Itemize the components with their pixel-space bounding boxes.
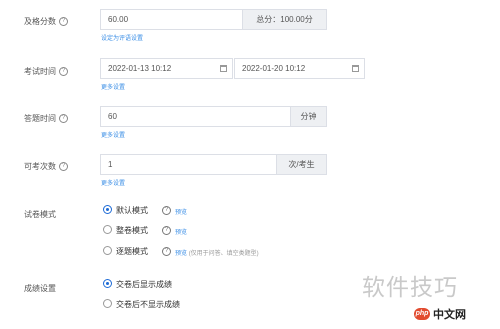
answer-time-input[interactable]: 60 [100, 106, 291, 127]
help-icon[interactable]: ? [59, 162, 68, 172]
exam-end-input[interactable]: 2022-01-20 10:12 [234, 58, 365, 79]
per-question-mode-preview: 预览 (仅用于问答、填空类题型) [175, 248, 259, 257]
attempts-unit-addon: 次/考生 [276, 154, 327, 175]
show-score-radio[interactable] [103, 279, 112, 288]
per-question-mode-label[interactable]: 逐题模式 [116, 246, 148, 257]
exam-time-more-link[interactable]: 更多设置 [101, 82, 125, 91]
default-mode-radio[interactable] [103, 205, 112, 214]
per-question-mode-radio[interactable] [103, 246, 112, 255]
attempts-label: 可考次数? [24, 161, 68, 172]
paper-mode-label: 试卷模式 [24, 210, 56, 219]
calendar-icon[interactable] [352, 65, 359, 72]
per-question-note: (仅用于问答、填空类题型) [188, 251, 259, 257]
minutes-addon: 分钟 [290, 106, 327, 127]
brand-badge: php [414, 308, 430, 320]
per-question-preview-link[interactable]: 预览 [175, 251, 187, 257]
pass-score-label: 及格分数? [24, 16, 68, 27]
total-score-addon: 总分：100.00分 [242, 9, 327, 30]
full-paper-mode-label[interactable]: 整卷模式 [116, 225, 148, 236]
full-paper-mode-preview-link[interactable]: 预览 [175, 227, 187, 236]
hide-score-label[interactable]: 交卷后不显示成绩 [116, 299, 180, 310]
help-icon[interactable]: ? [59, 114, 68, 124]
answer-time-label: 答题时间? [24, 113, 68, 124]
help-icon[interactable]: ? [162, 206, 171, 215]
brand-logo: php 中文网 [414, 306, 466, 322]
attempts-more-link[interactable]: 更多设置 [101, 178, 125, 187]
help-icon[interactable]: ? [59, 67, 68, 77]
help-icon[interactable]: ? [162, 226, 171, 235]
default-mode-label[interactable]: 默认模式 [116, 205, 148, 216]
answer-time-more-link[interactable]: 更多设置 [101, 130, 125, 139]
exam-time-label: 考试时间? [24, 66, 68, 77]
show-score-label[interactable]: 交卷后显示成绩 [116, 279, 172, 290]
watermark-text: 软件技巧 [362, 274, 458, 300]
hide-score-radio[interactable] [103, 299, 112, 308]
default-mode-preview-link[interactable]: 预览 [175, 207, 187, 216]
calendar-icon[interactable] [220, 65, 227, 72]
help-icon[interactable]: ? [59, 17, 68, 27]
full-paper-mode-radio[interactable] [103, 225, 112, 234]
brand-text: 中文网 [433, 309, 466, 321]
help-icon[interactable]: ? [162, 247, 171, 256]
exam-start-input[interactable]: 2022-01-13 10:12 [100, 58, 233, 79]
pass-score-input[interactable]: 60.00 [100, 9, 243, 30]
attempts-input[interactable]: 1 [100, 154, 277, 175]
score-settings-label: 成绩设置 [24, 284, 56, 293]
comment-settings-link[interactable]: 设定为评语设置 [101, 33, 143, 42]
